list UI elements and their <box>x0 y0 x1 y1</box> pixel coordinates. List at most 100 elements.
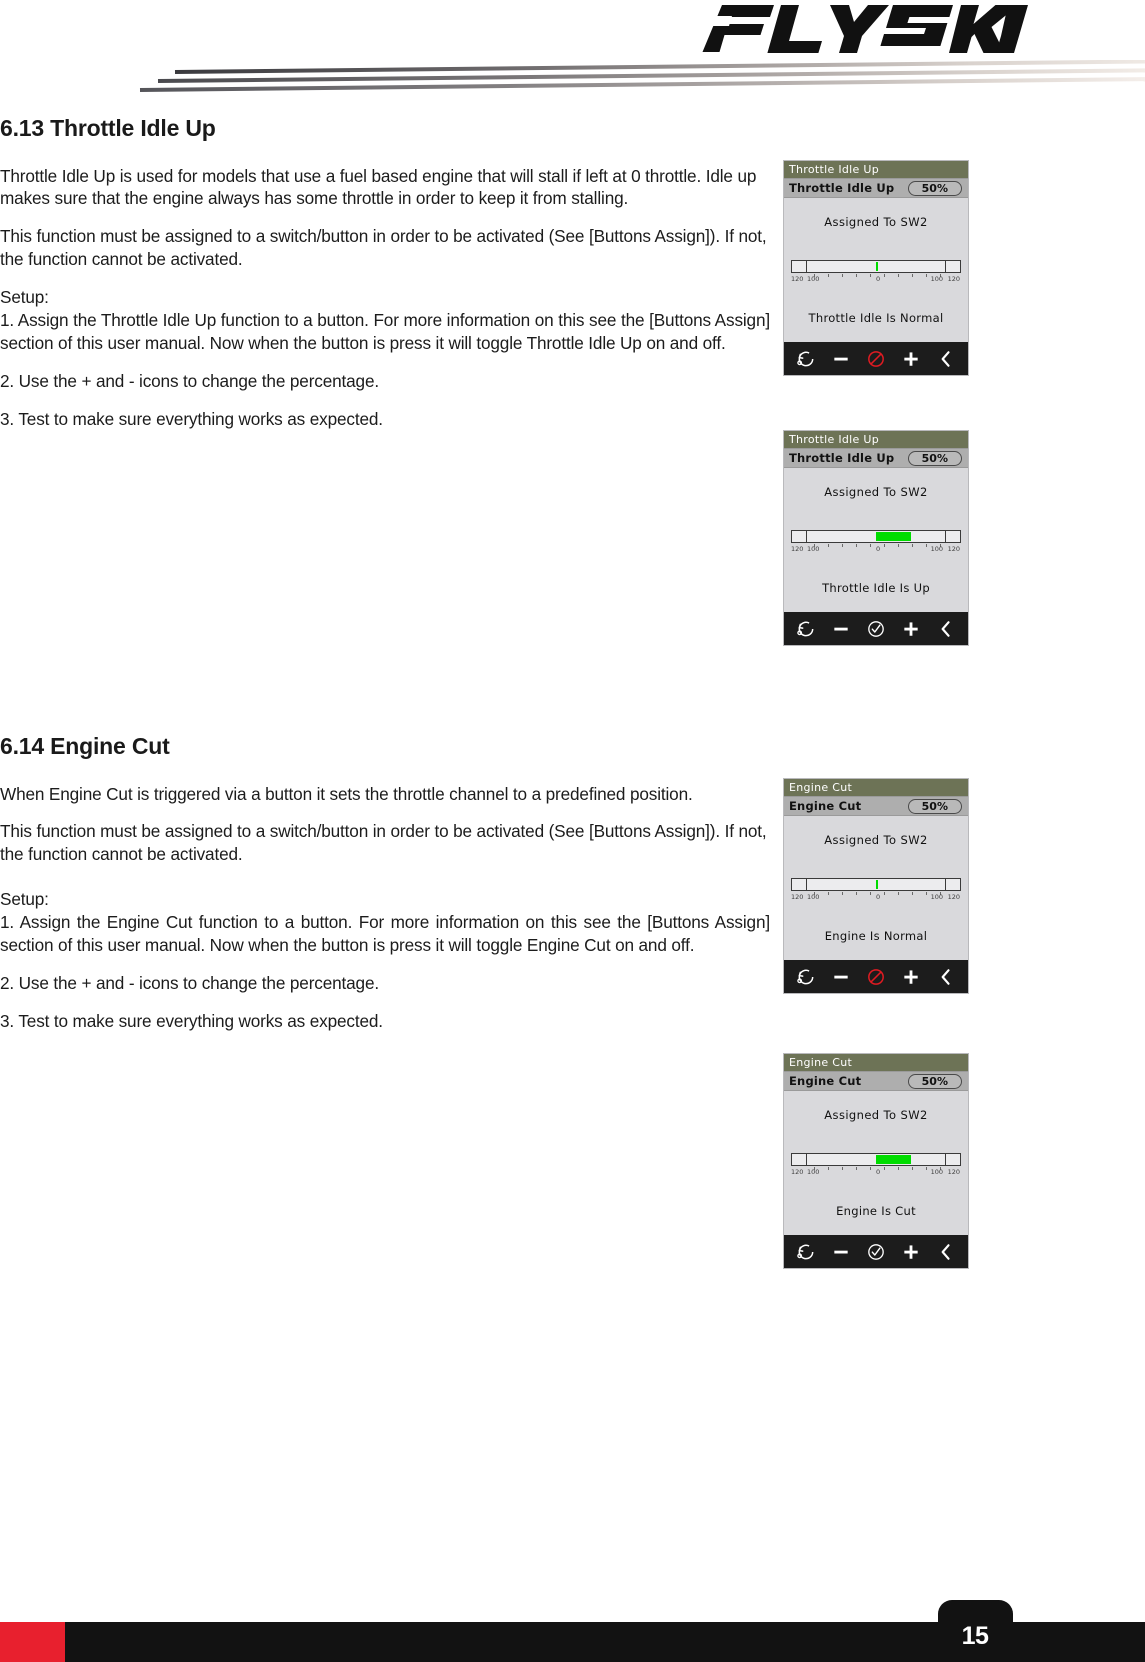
plus-icon[interactable] <box>896 616 926 642</box>
reset-icon[interactable] <box>791 1239 821 1265</box>
paragraph-614-setup-step1: Setup: 1. Assign the Engine Cut function… <box>0 889 770 955</box>
gauge-track <box>791 878 961 891</box>
manual-page: 6.13 Throttle Idle Up Throttle Idle Up i… <box>0 0 1145 1662</box>
footer-accent <box>0 1622 65 1662</box>
plus-icon[interactable] <box>896 964 926 990</box>
scale-right-outer: 120 <box>947 1168 960 1176</box>
back-icon[interactable] <box>931 964 961 990</box>
enabled-icon[interactable] <box>861 616 891 642</box>
paragraph-613-setup-step2: 2. Use the + and - icons to change the p… <box>0 370 380 391</box>
lcd-screen-engine-normal: Engine Cut Engine Cut 50% Assigned To SW… <box>783 778 969 994</box>
status-text: Throttle Idle Is Up <box>822 581 930 595</box>
lcd-title: Engine Cut <box>784 779 968 796</box>
percent-value[interactable]: 50% <box>907 798 962 814</box>
page-title-614: 6.14 Engine Cut <box>0 733 170 759</box>
lcd-screen-engine-cut: Engine Cut Engine Cut 50% Assigned To SW… <box>783 1053 969 1269</box>
lcd-screen-throttle-idle-normal: Throttle Idle Up Throttle Idle Up 50% As… <box>783 160 969 376</box>
lcd-title: Engine Cut <box>784 1054 968 1071</box>
back-icon[interactable] <box>931 346 961 372</box>
paragraph-613-setup-step1: Setup: 1. Assign the Throttle Idle Up fu… <box>0 287 770 353</box>
lcd-icon-bar <box>784 960 968 993</box>
gauge-right-limit <box>945 879 946 890</box>
lcd-icon-bar <box>784 1235 968 1268</box>
gauge-track <box>791 530 961 543</box>
reset-icon[interactable] <box>791 616 821 642</box>
lcd-title: Throttle Idle Up <box>784 161 968 178</box>
scale-right-inner: 100 <box>930 1168 943 1176</box>
enabled-icon[interactable] <box>861 1239 891 1265</box>
disabled-icon[interactable] <box>861 964 891 990</box>
flysky-logo <box>650 2 1030 64</box>
lcd-value-row[interactable]: Engine Cut 50% <box>784 796 968 816</box>
scale-left-outer: 120 <box>791 1168 804 1176</box>
gauge-track <box>791 1153 961 1166</box>
scale-left-inner: 100 <box>807 893 820 901</box>
scale-left-inner: 100 <box>807 545 820 553</box>
percent-value[interactable]: 50% <box>907 180 962 196</box>
page-title-613: 6.13 Throttle Idle Up <box>0 115 216 141</box>
plus-icon[interactable] <box>896 1239 926 1265</box>
minus-icon[interactable] <box>826 346 856 372</box>
gauge-right-limit <box>945 531 946 542</box>
page-number: 15 <box>961 1622 989 1650</box>
lcd-row-label: Throttle Idle Up <box>789 451 895 465</box>
scale-left-outer: 120 <box>791 893 804 901</box>
lcd-value-row[interactable]: Throttle Idle Up 50% <box>784 448 968 468</box>
gauge-marker <box>876 880 878 889</box>
scale-right-inner: 100 <box>930 275 943 283</box>
lcd-row-label: Throttle Idle Up <box>789 181 895 195</box>
scale-center: 0 <box>876 893 881 901</box>
scale-right-outer: 120 <box>947 275 960 283</box>
reset-icon[interactable] <box>791 346 821 372</box>
scale-center: 0 <box>876 545 881 553</box>
lcd-value-row[interactable]: Engine Cut 50% <box>784 1071 968 1091</box>
assigned-switch-label: Assigned To SW2 <box>824 215 928 229</box>
minus-icon[interactable] <box>826 616 856 642</box>
paragraph-613-setup-step3: 3. Test to make sure everything works as… <box>0 408 383 429</box>
gauge-bar <box>876 532 911 541</box>
gauge-left-limit <box>806 261 807 272</box>
plus-icon[interactable] <box>896 346 926 372</box>
percent-value[interactable]: 50% <box>907 450 962 466</box>
scale-left-inner: 100 <box>807 275 820 283</box>
gauge-scale-labels: 120 100 0 100 120 <box>791 1168 961 1178</box>
gauge-left-limit <box>806 879 807 890</box>
scale-right-inner: 100 <box>930 893 943 901</box>
status-text: Throttle Idle Is Normal <box>808 311 944 325</box>
lcd-body: Assigned To SW2 120 100 0 100 12 <box>784 198 968 342</box>
scale-left-outer: 120 <box>791 545 804 553</box>
scale-center: 0 <box>876 1168 881 1176</box>
reset-icon[interactable] <box>791 964 821 990</box>
section-engine-cut: 6.14 Engine Cut When Engine Cut is trigg… <box>0 733 770 1033</box>
gauge-widget: 120 100 0 100 120 <box>791 878 961 904</box>
back-icon[interactable] <box>931 1239 961 1265</box>
lcd-body: Assigned To SW2 120 100 0 100 12 <box>784 816 968 960</box>
lcd-body: Assigned To SW2 120 100 0 100 12 <box>784 468 968 612</box>
gauge-scale-labels: 120 100 0 100 120 <box>791 545 961 555</box>
minus-icon[interactable] <box>826 964 856 990</box>
gauge-widget: 120 100 0 100 120 <box>791 1153 961 1179</box>
section-throttle-idle-up: 6.13 Throttle Idle Up Throttle Idle Up i… <box>0 115 770 430</box>
gauge-widget: 120 100 0 100 120 <box>791 260 961 286</box>
paragraph-614-assign-note: This function must be assigned to a swit… <box>0 821 767 865</box>
paragraph-614-intro: When Engine Cut is triggered via a butto… <box>0 783 693 804</box>
scale-center: 0 <box>876 275 881 283</box>
gauge-marker <box>876 262 878 271</box>
gauge-right-limit <box>945 261 946 272</box>
status-text: Engine Is Normal <box>824 929 928 943</box>
disabled-icon[interactable] <box>861 346 891 372</box>
lcd-screen-throttle-idle-up: Throttle Idle Up Throttle Idle Up 50% As… <box>783 430 969 646</box>
assigned-switch-label: Assigned To SW2 <box>824 1108 928 1122</box>
gauge-scale-labels: 120 100 0 100 120 <box>791 893 961 903</box>
lcd-value-row[interactable]: Throttle Idle Up 50% <box>784 178 968 198</box>
percent-value[interactable]: 50% <box>907 1073 962 1089</box>
gauge-left-limit <box>806 1154 807 1165</box>
gauge-left-limit <box>806 531 807 542</box>
minus-icon[interactable] <box>826 1239 856 1265</box>
back-icon[interactable] <box>931 616 961 642</box>
scale-right-outer: 120 <box>947 545 960 553</box>
paragraph-614-setup-step3: 3. Test to make sure everything works as… <box>0 1010 383 1031</box>
scale-left-outer: 120 <box>791 275 804 283</box>
lcd-icon-bar <box>784 342 968 375</box>
lcd-icon-bar <box>784 612 968 645</box>
